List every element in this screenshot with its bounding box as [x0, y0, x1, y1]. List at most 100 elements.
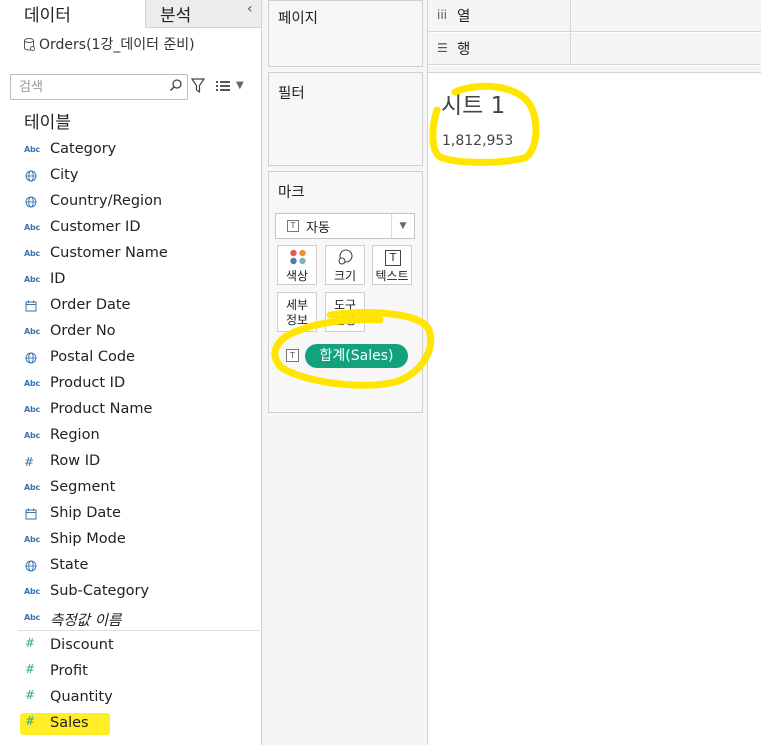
size-button[interactable]: 크기 — [325, 245, 365, 285]
number-type-icon: # — [25, 714, 35, 728]
calendar-icon — [25, 508, 37, 520]
string-type-icon: Abc — [24, 483, 41, 492]
field-name: Postal Code — [50, 349, 135, 365]
size-button-label: 크기 — [333, 269, 357, 283]
string-type-icon: Abc — [24, 379, 41, 388]
dimension-field[interactable]: Abc Segment — [0, 475, 260, 501]
detail-button[interactable]: 세부 정보 — [277, 292, 317, 332]
rows-drop-zone[interactable] — [570, 33, 761, 64]
color-icon — [290, 249, 306, 265]
text-icon: T — [385, 250, 401, 266]
dimension-field[interactable]: Ship Date — [0, 501, 260, 527]
dimension-field[interactable]: Order Date — [0, 293, 260, 319]
dimension-field[interactable]: Abc ID — [0, 267, 260, 293]
field-name: Product Name — [50, 401, 153, 417]
field-name: Segment — [50, 479, 116, 495]
tables-heading: 테이블 — [24, 113, 71, 133]
dimension-field[interactable]: Abc Category — [0, 137, 260, 163]
dimension-field[interactable]: # Row ID — [0, 449, 260, 475]
filters-card[interactable]: 필터 — [268, 72, 423, 166]
tooltip-button-label: 도구 설명 — [333, 298, 357, 327]
number-type-icon: # — [25, 688, 35, 702]
globe-icon — [25, 352, 37, 364]
pages-card[interactable]: 페이지 — [268, 0, 423, 67]
string-type-icon: Abc — [24, 249, 41, 258]
field-name: Quantity — [50, 689, 113, 705]
string-type-icon: Abc — [24, 587, 41, 596]
dimension-field[interactable]: City — [0, 163, 260, 189]
text-button[interactable]: T 텍스트 — [372, 245, 412, 285]
dimension-field[interactable]: Postal Code — [0, 345, 260, 371]
mark-type-dropdown[interactable]: T 자동 ▼ — [275, 213, 415, 239]
field-name: Profit — [50, 663, 88, 679]
marks-title: 마크 — [278, 185, 305, 201]
field-name: Product ID — [50, 375, 126, 391]
mark-type-value: 자동 — [306, 221, 330, 236]
database-icon — [24, 38, 35, 51]
columns-drop-zone[interactable] — [570, 0, 761, 31]
field-name: Country/Region — [50, 193, 163, 209]
text-button-label: 텍스트 — [375, 269, 409, 283]
measure-field[interactable]: # Profit — [0, 659, 260, 685]
dimension-measure-divider — [18, 630, 260, 631]
color-button-label: 색상 — [285, 269, 309, 283]
dimension-field[interactable]: Abc Order No — [0, 319, 260, 345]
shelves-column: 페이지 필터 마크 T 자동 ▼ 색상 크기 T 텍스트 세부 정보 도구 설명 — [262, 0, 428, 745]
tab-analysis[interactable]: 분석 ‹ — [145, 0, 261, 28]
tooltip-button[interactable]: 도구 설명 — [325, 292, 365, 332]
dimension-field[interactable]: Abc Product ID — [0, 371, 260, 397]
number-type-icon: # — [24, 455, 34, 469]
string-type-icon: Abc — [24, 327, 41, 336]
field-name: Ship Date — [50, 505, 121, 521]
dimension-field[interactable]: Abc Customer ID — [0, 215, 260, 241]
dimension-field[interactable]: Abc Sub-Category — [0, 579, 260, 605]
sheet-title[interactable]: 시트 1 — [441, 86, 505, 120]
globe-icon — [25, 196, 37, 208]
measure-field[interactable]: # Sales — [0, 711, 260, 737]
field-name: 측정값 이름 — [50, 613, 122, 629]
string-type-icon: Abc — [24, 613, 41, 622]
field-name: Ship Mode — [50, 531, 126, 547]
field-name: Order Date — [50, 297, 131, 313]
dimension-field[interactable]: Abc Ship Mode — [0, 527, 260, 553]
tab-data[interactable]: 데이터 — [0, 0, 145, 28]
collapse-pane-icon[interactable]: ‹ — [247, 1, 253, 17]
color-button[interactable]: 색상 — [277, 245, 317, 285]
field-name: State — [50, 557, 89, 573]
dimension-field[interactable]: Country/Region — [0, 189, 260, 215]
field-name: Discount — [50, 637, 114, 653]
dimension-field[interactable]: Abc Product Name — [0, 397, 260, 423]
filter-icon[interactable] — [191, 78, 205, 94]
data-pane: 데이터 분석 ‹ Orders(1강_데이터 준비) ▼ 테이블 Abc Cate… — [0, 0, 262, 745]
sheet-value[interactable]: 1,812,953 — [442, 133, 513, 149]
dimension-field[interactable]: State — [0, 553, 260, 579]
measure-field[interactable]: # Quantity — [0, 685, 260, 711]
field-name: Region — [50, 427, 100, 443]
dimension-field[interactable]: Abc Region — [0, 423, 260, 449]
view-options-chevron-down-icon[interactable]: ▼ — [236, 80, 244, 91]
search-box — [10, 74, 188, 100]
rows-label: 행 — [457, 42, 471, 58]
text-encoding-icon: T — [286, 349, 299, 362]
datasource-item[interactable]: Orders(1강_데이터 준비) — [24, 34, 195, 54]
field-name: Sales — [50, 715, 89, 731]
search-input[interactable] — [17, 77, 169, 97]
size-icon — [338, 249, 353, 265]
filters-title: 필터 — [278, 86, 305, 102]
string-type-icon: Abc — [24, 223, 41, 232]
rows-shelf[interactable]: ☰ 행 — [428, 33, 761, 65]
columns-shelf[interactable]: iii 열 — [428, 0, 761, 32]
field-name: Sub-Category — [50, 583, 150, 599]
list-view-icon[interactable] — [216, 80, 230, 92]
field-name: Customer ID — [50, 219, 141, 235]
globe-icon — [25, 560, 37, 572]
dimension-field[interactable]: Abc Customer Name — [0, 241, 260, 267]
text-mark-icon: T — [287, 220, 299, 232]
search-icon[interactable] — [169, 78, 183, 92]
measure-field[interactable]: # Discount — [0, 633, 260, 659]
string-type-icon: Abc — [24, 145, 41, 154]
rows-icon: ☰ — [437, 41, 448, 55]
dimension-field[interactable]: Abc 측정값 이름 — [0, 605, 260, 631]
sum-sales-pill[interactable]: 합계(Sales) — [305, 344, 408, 368]
datasource-label: Orders(1강_데이터 준비) — [39, 37, 195, 53]
